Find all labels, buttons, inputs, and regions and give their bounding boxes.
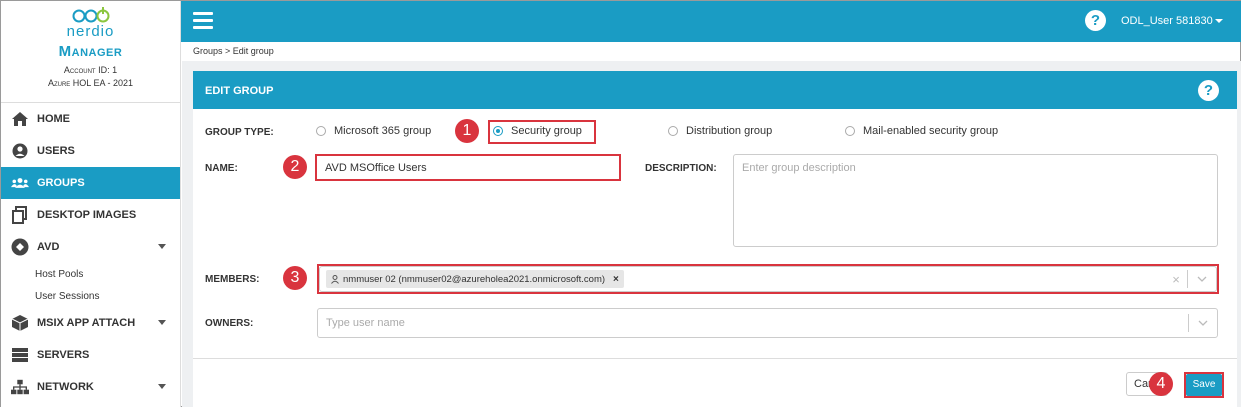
chevron-down-icon bbox=[158, 384, 166, 389]
callout-badge-4: 4 bbox=[1149, 372, 1173, 396]
environment-name: Azure HOL EA - 2021 bbox=[47, 78, 134, 88]
sidebar-item-groups[interactable]: GROUPS bbox=[1, 167, 180, 199]
sidebar-item-label: SERVERS bbox=[37, 349, 90, 361]
sidebar-item-home[interactable]: HOME bbox=[1, 103, 180, 135]
sidebar-item-label: DESKTOP IMAGES bbox=[37, 209, 137, 221]
sidebar-item-label: USERS bbox=[37, 145, 75, 157]
sidebar-item-label: HOME bbox=[37, 113, 70, 125]
highlight-box-4 bbox=[1184, 372, 1224, 398]
sidebar-item-label: NETWORK bbox=[37, 381, 94, 393]
highlight-box-2 bbox=[315, 154, 621, 181]
chevron-down-icon[interactable] bbox=[1189, 320, 1217, 326]
chevron-down-icon bbox=[158, 244, 166, 249]
network-icon bbox=[11, 378, 29, 396]
help-icon[interactable]: ? bbox=[1085, 10, 1106, 31]
members-label: MEMBERS: bbox=[205, 274, 260, 285]
user-name: ODL_User 581830 bbox=[1121, 15, 1213, 27]
owners-select[interactable]: Type user name bbox=[317, 308, 1218, 338]
sidebar-item-avd[interactable]: AVD bbox=[1, 231, 180, 263]
footer-divider bbox=[193, 358, 1237, 359]
breadcrumb: Groups > Edit group bbox=[193, 46, 274, 56]
owners-label: OWNERS: bbox=[205, 318, 254, 329]
avd-icon bbox=[11, 238, 29, 256]
callout-badge-2: 2 bbox=[283, 155, 307, 179]
highlight-box-3 bbox=[317, 264, 1219, 294]
chevron-down-icon bbox=[158, 320, 166, 325]
user-menu[interactable]: ODL_User 581830 bbox=[1121, 15, 1223, 27]
users-icon bbox=[11, 174, 29, 192]
description-label: DESCRIPTION: bbox=[645, 163, 717, 174]
description-textarea[interactable]: Enter group description bbox=[733, 154, 1218, 247]
account-id: Account ID: 1 bbox=[63, 65, 118, 75]
radio-label: Distribution group bbox=[686, 125, 773, 137]
radio-circle bbox=[845, 126, 855, 136]
copy-icon bbox=[11, 206, 29, 224]
sidebar-subitem-user-sessions[interactable]: User Sessions bbox=[1, 285, 180, 307]
user-icon bbox=[11, 142, 29, 160]
caret-down-icon bbox=[1214, 19, 1223, 24]
group-type-label: GROUP TYPE: bbox=[205, 127, 274, 138]
sidebar-item-desktop-images[interactable]: DESKTOP IMAGES bbox=[1, 199, 180, 231]
sidebar-subitem-host-pools[interactable]: Host Pools bbox=[1, 263, 180, 285]
sidebar-item-msix-app-attach[interactable]: MSIX APP ATTACH bbox=[1, 307, 180, 339]
radio-label: Mail-enabled security group bbox=[863, 125, 999, 137]
hamburger-menu-icon[interactable] bbox=[193, 12, 213, 30]
radio-mail-enabled-security-group[interactable]: Mail-enabled security group bbox=[845, 125, 998, 137]
callout-badge-3: 3 bbox=[283, 266, 307, 290]
name-label: NAME: bbox=[205, 163, 238, 174]
logo-mark bbox=[1, 5, 180, 25]
logo-text: nerdio bbox=[66, 23, 115, 40]
top-bar: ? ODL_User 581830 bbox=[181, 1, 1241, 42]
sidebar-item-network[interactable]: NETWORK bbox=[1, 371, 180, 403]
radio-distribution-group[interactable]: Distribution group bbox=[668, 125, 772, 137]
sidebar-item-label: MSIX APP ATTACH bbox=[37, 317, 136, 329]
card-header: EDIT GROUP ? bbox=[193, 71, 1237, 109]
sidebar-item-label: AVD bbox=[37, 241, 60, 253]
card-title: EDIT GROUP bbox=[205, 85, 274, 97]
logo: nerdio Manager Account ID: 1 Azure HOL E… bbox=[1, 1, 180, 103]
highlight-box-1 bbox=[488, 120, 596, 144]
help-icon[interactable]: ? bbox=[1198, 80, 1219, 101]
radio-label: Microsoft 365 group bbox=[334, 125, 432, 137]
radio-microsoft-365-group[interactable]: Microsoft 365 group bbox=[316, 125, 431, 137]
radio-circle bbox=[668, 126, 678, 136]
sidebar-item-servers[interactable]: SERVERS bbox=[1, 339, 180, 371]
owners-placeholder: Type user name bbox=[326, 317, 405, 329]
sidebar-item-users[interactable]: USERS bbox=[1, 135, 180, 167]
callout-badge-1: 1 bbox=[455, 119, 479, 143]
server-icon bbox=[11, 346, 29, 364]
sidebar-item-label: GROUPS bbox=[37, 177, 85, 189]
home-icon bbox=[11, 110, 29, 128]
box-icon bbox=[11, 314, 29, 332]
radio-circle bbox=[316, 126, 326, 136]
select-controls bbox=[1188, 309, 1217, 337]
product-name: Manager bbox=[58, 43, 123, 60]
sidebar: nerdio Manager Account ID: 1 Azure HOL E… bbox=[1, 1, 181, 407]
